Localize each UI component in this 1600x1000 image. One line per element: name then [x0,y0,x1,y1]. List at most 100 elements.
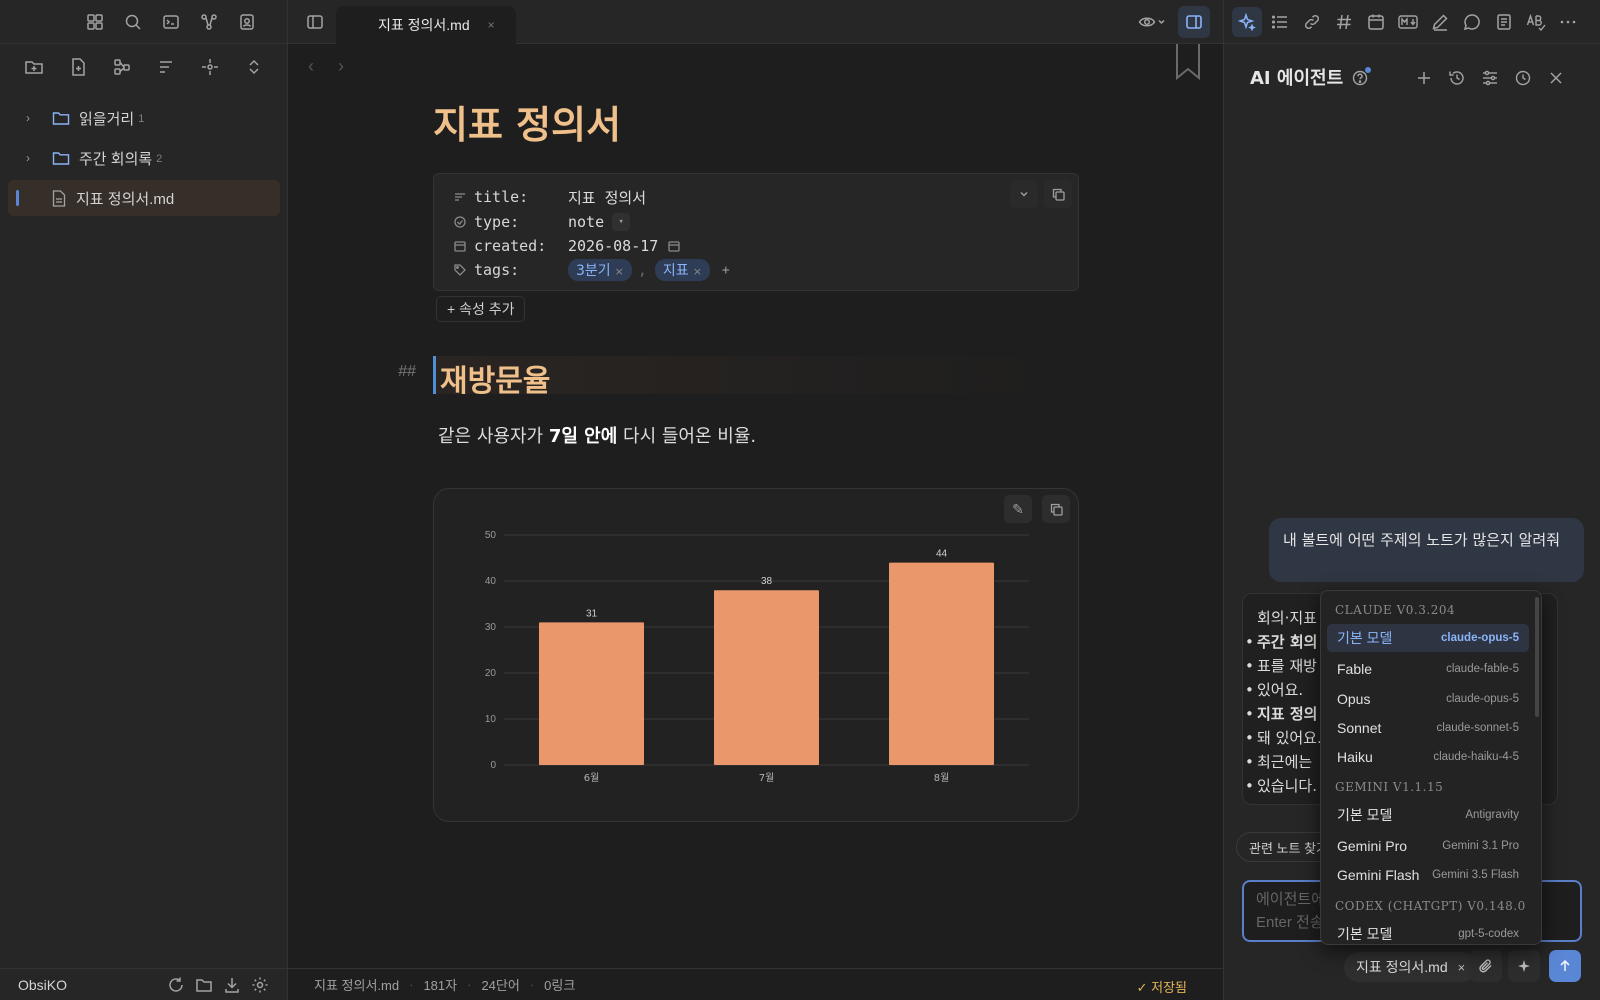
copy-icon[interactable] [1044,180,1072,208]
right-ribbon [1224,0,1600,44]
forward-icon[interactable]: › [338,56,344,77]
history-icon[interactable] [1445,66,1469,90]
copy-icon[interactable] [1042,495,1070,523]
model-name: Gemini Flash [1337,867,1420,883]
prop-type[interactable]: type: note ▾ [454,211,631,233]
send-button[interactable] [1549,950,1581,982]
model-option[interactable]: 기본 모델 claude-opus-5 [1327,624,1529,652]
tag-separator: , [637,261,647,279]
clock-icon[interactable] [1511,66,1535,90]
bookmark-icon[interactable] [1175,44,1201,80]
tag-pill[interactable]: 지표 × [654,259,710,281]
chat-icon[interactable] [1458,8,1486,36]
new-note-icon[interactable] [64,53,92,81]
new-chat-icon[interactable] [1412,66,1436,90]
prop-value[interactable]: note [568,213,604,231]
toggle-sidebar-icon[interactable] [301,8,329,36]
vault-name[interactable]: ObsiKO [18,977,162,993]
close-icon[interactable] [1544,66,1568,90]
canvas-icon[interactable] [108,53,136,81]
tag-remove-icon[interactable]: × [615,265,624,278]
model-option[interactable]: Fable claude-fable-5 [1327,655,1529,683]
collapse-props-icon[interactable] [1010,180,1038,208]
download-icon[interactable] [218,971,246,999]
markdown-icon[interactable] [1394,8,1422,36]
assistant-text: 있습니다. [1257,777,1317,795]
folder-open-icon[interactable] [190,971,218,999]
search-icon[interactable] [119,8,147,36]
model-option[interactable]: Haiku claude-haiku-4-5 [1327,743,1529,771]
tree-file-active[interactable]: 지표 정의서.md [8,180,280,216]
calendar-picker-icon[interactable] [668,240,680,252]
model-option[interactable]: Gemini Pro Gemini 3.1 Pro [1327,832,1529,860]
calendar-icon[interactable] [1362,8,1390,36]
prop-tags[interactable]: tags: 3분기 × , 지표 × + [454,259,730,281]
document-icon[interactable] [1490,8,1518,36]
spellcheck-icon[interactable] [1522,8,1550,36]
tree-folder-reading[interactable]: › 읽을거리 1 [8,100,280,136]
left-ribbon [0,0,287,44]
model-option[interactable]: Opus claude-opus-5 [1327,685,1529,713]
reveal-file-icon[interactable] [196,53,224,81]
model-option[interactable]: Gemini Flash Gemini 3.5 Flash [1327,861,1529,889]
remove-attachment-icon[interactable]: × [1458,960,1466,975]
dropdown-scrollbar[interactable] [1535,597,1539,717]
prop-value[interactable]: 2026-08-17 [568,237,658,255]
terminal-icon[interactable] [157,8,185,36]
sparkle-icon[interactable] [1232,6,1262,37]
model-id: claude-haiku-4-5 [1433,751,1519,763]
prop-created[interactable]: created: 2026-08-17 [454,235,680,257]
status-chars: 181자 [423,978,458,993]
prop-value[interactable]: 지표 정의서 [568,187,646,208]
tree-folder-weekly-meetings[interactable]: › 주간 회의록 2 [8,140,280,176]
settings-icon[interactable] [246,971,274,999]
tree-item-label: 주간 회의록 [79,150,153,168]
tab-close-icon[interactable]: × [488,18,495,32]
reading-view-icon[interactable] [1132,8,1172,36]
attach-icon[interactable] [1470,950,1502,982]
more-icon[interactable] [1554,8,1582,36]
tree-item-label: 읽을거리 [79,110,135,128]
tree-item-count: 1 [138,113,145,125]
right-sidebar-toggle-icon[interactable] [1178,6,1210,38]
prop-key: created: [474,237,547,255]
new-folder-icon[interactable] [20,53,48,81]
sort-icon[interactable] [152,53,180,81]
tag-pill[interactable]: 3분기 × [568,259,632,281]
add-tag-icon[interactable]: + [722,263,730,278]
model-sparkle-icon[interactable] [1508,950,1540,982]
chevron-down-icon[interactable]: ▾ [612,213,631,231]
link-icon[interactable] [1298,8,1326,36]
note-title: 지표 정의서 [433,103,622,147]
assistant-bold: 지표 정의 [1257,705,1318,723]
hash-icon[interactable] [1330,8,1358,36]
sliders-icon[interactable] [1478,66,1502,90]
tab-active[interactable]: 지표 정의서.md × [336,6,516,44]
expand-collapse-icon[interactable] [240,53,268,81]
graph-icon[interactable] [195,8,223,36]
chevron-right-icon: › [26,111,30,125]
pen-icon[interactable] [1426,8,1454,36]
model-option[interactable]: Sonnet claude-sonnet-5 [1327,714,1529,742]
model-option[interactable]: 기본 모델 gpt-5-codex [1327,920,1529,944]
edit-pencil-icon[interactable]: ✎ [1004,495,1032,523]
attached-file-name: 지표 정의서.md [1356,959,1448,975]
refresh-icon[interactable] [162,971,190,999]
model-option[interactable]: 기본 모델 Antigravity [1327,801,1529,829]
list-icon[interactable] [1266,8,1294,36]
grid-icon[interactable] [81,8,109,36]
contact-icon[interactable] [233,8,261,36]
y-tick-label: 10 [485,714,497,725]
add-property-button[interactable]: + 속성 추가 [436,296,526,322]
calendar-icon [454,240,466,252]
help-icon[interactable] [1348,66,1372,90]
back-icon[interactable]: ‹ [308,56,314,77]
y-tick-label: 20 [485,668,497,679]
tag-remove-icon[interactable]: × [693,265,702,278]
para-bold: 7일 안에 [548,426,618,447]
prop-title[interactable]: title: 지표 정의서 [454,186,646,208]
model-name: Gemini Pro [1337,838,1408,854]
tab-bar: 지표 정의서.md × [288,0,1223,44]
attached-file-chip[interactable]: 지표 정의서.md × [1344,952,1478,982]
status-links: 0링크 [544,978,576,993]
